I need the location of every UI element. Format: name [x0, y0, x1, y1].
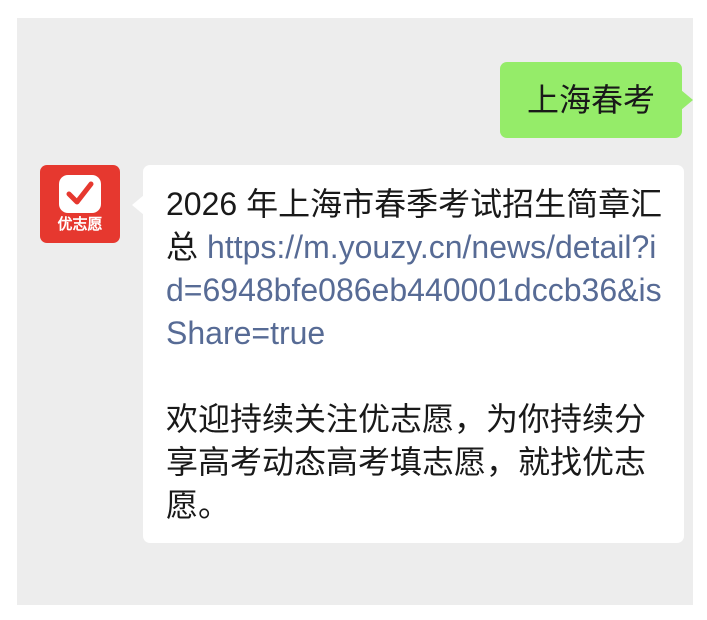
- incoming-message-bubble[interactable]: 2026 年上海市春季考试招生简章汇总 https://m.youzy.cn/ne…: [132, 165, 684, 543]
- message-footer-text: 欢迎持续关注优志愿，为你持续分享高考动态高考填志愿，就找优志愿。: [166, 401, 647, 523]
- message-link[interactable]: https://m.youzy.cn/news/detail?id=6948bf…: [166, 229, 662, 351]
- message-body: 2026 年上海市春季考试招生简章汇总 https://m.youzy.cn/ne…: [166, 183, 664, 355]
- avatar-label: 优志愿: [57, 216, 103, 233]
- outgoing-message-text: 上海春考: [526, 81, 655, 118]
- outgoing-message-bubble[interactable]: 上海春考: [500, 62, 693, 138]
- sender-avatar[interactable]: 优志愿: [40, 165, 120, 243]
- chat-area: 上海春考 优志愿 2026 年上海市春季考试招生简章汇总 https://m.yo…: [17, 18, 693, 605]
- check-icon: [59, 175, 101, 213]
